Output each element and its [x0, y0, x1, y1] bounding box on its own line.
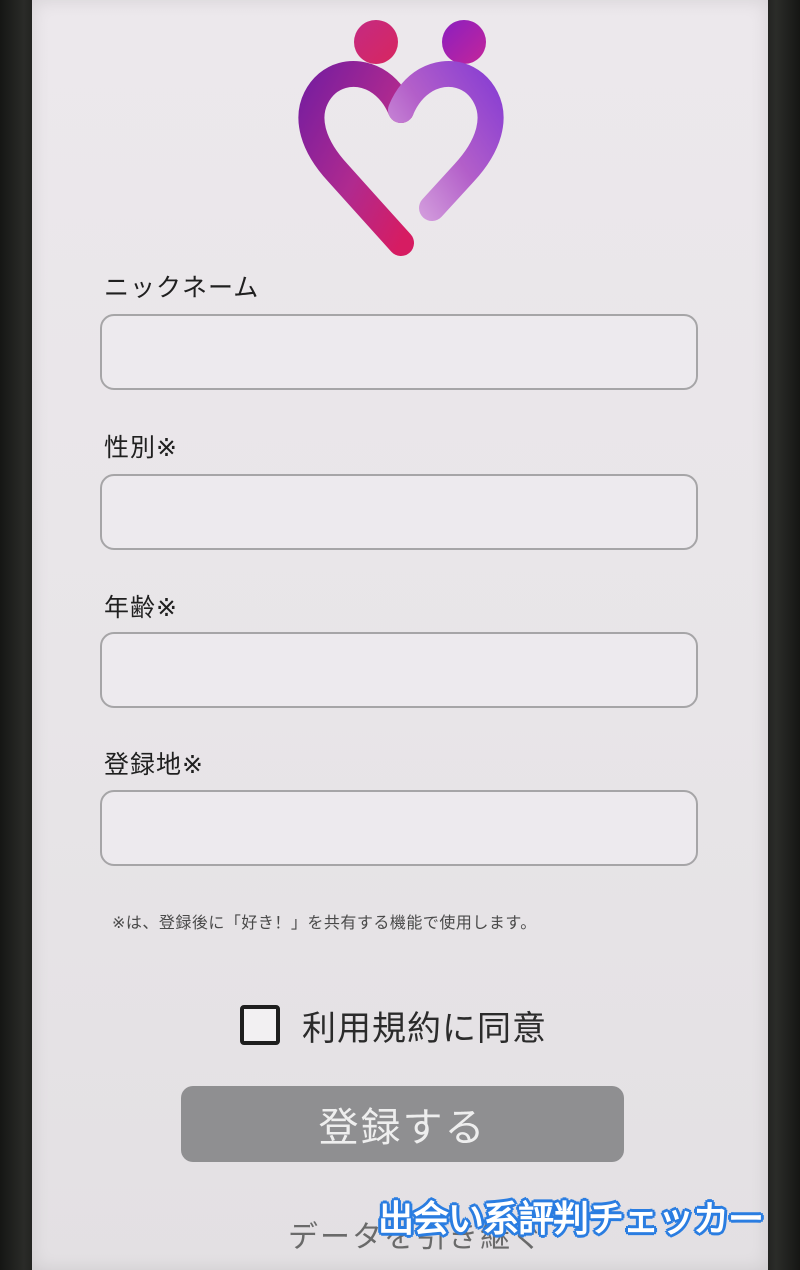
watermark-text: 出会い系評判チェッカー	[378, 1199, 764, 1240]
register-button[interactable]: 登録する	[181, 1086, 624, 1162]
field-usage-note: ※は、登録後に「好き！」を共有する機能で使用します。	[112, 913, 537, 932]
gender-input[interactable]	[100, 474, 698, 550]
nickname-input[interactable]	[100, 314, 698, 390]
couple-heart-logo-icon	[298, 20, 504, 256]
nickname-label: ニックネーム	[104, 273, 260, 302]
registration-screen: ニックネーム 性別※ 年齢※ 登録地※ ※は、登録後に「好き！」を共有する機能で…	[32, 0, 768, 1270]
terms-checkbox[interactable]	[240, 1005, 280, 1045]
age-input[interactable]	[100, 632, 698, 708]
terms-agree-toggle[interactable]: 利用規約に同意	[240, 1000, 547, 1050]
region-input[interactable]	[100, 790, 698, 866]
age-label: 年齢※	[104, 593, 178, 622]
region-label: 登録地※	[104, 750, 204, 779]
terms-agree-label: 利用規約に同意	[302, 1008, 547, 1049]
gender-label: 性別※	[104, 433, 178, 462]
